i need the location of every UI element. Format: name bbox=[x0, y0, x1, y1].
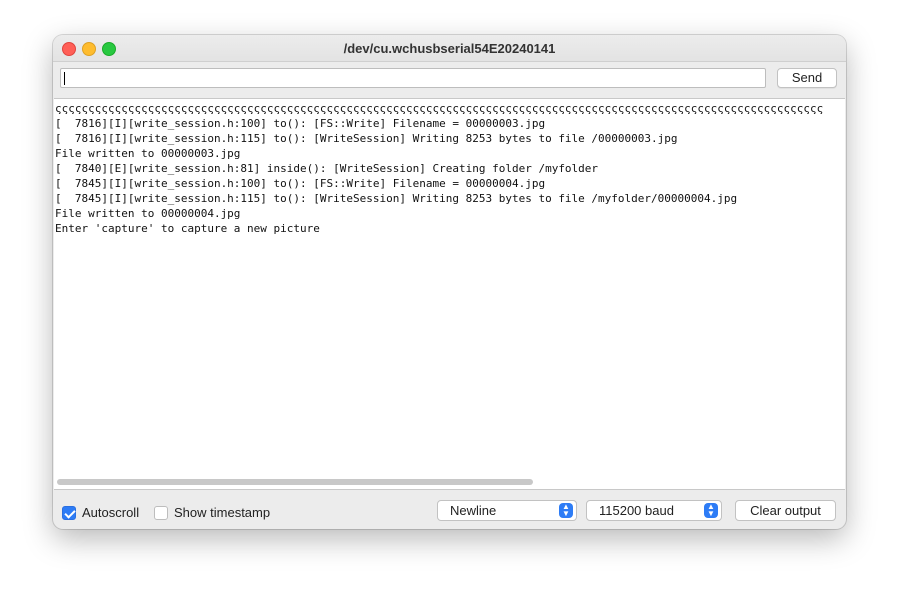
output-log: ςςςςςςςςςςςςςςςςςςςςςςςςςςςςςςςςςςςςςςςς… bbox=[54, 99, 845, 236]
log-line: File written to 00000004.jpg bbox=[55, 207, 241, 220]
show-timestamp-checkbox[interactable] bbox=[154, 506, 168, 520]
title-bar: /dev/cu.wchusbserial54E20240141 bbox=[53, 35, 846, 62]
send-button[interactable]: Send bbox=[777, 68, 837, 88]
chevron-up-down-icon: ▲ ▼ bbox=[559, 503, 573, 518]
clear-output-button[interactable]: Clear output bbox=[735, 500, 836, 521]
chevron-up-down-icon: ▲ ▼ bbox=[704, 503, 718, 518]
log-line: ςςςςςςςςςςςςςςςςςςςςςςςςςςςςςςςςςςςςςςςς… bbox=[55, 102, 824, 115]
serial-output[interactable]: ςςςςςςςςςςςςςςςςςςςςςςςςςςςςςςςςςςςςςςςς… bbox=[54, 98, 845, 490]
baud-rate-select[interactable]: 115200 baud ▲ ▼ bbox=[586, 500, 722, 521]
show-timestamp-label[interactable]: Show timestamp bbox=[174, 505, 270, 520]
log-line: [ 7845][I][write_session.h:100] to(): [F… bbox=[55, 177, 546, 190]
log-line: [ 7816][I][write_session.h:100] to(): [F… bbox=[55, 117, 546, 130]
line-ending-value: Newline bbox=[450, 503, 497, 518]
log-line: [ 7845][I][write_session.h:115] to(): [W… bbox=[55, 192, 738, 205]
log-line: [ 7840][E][write_session.h:81] inside():… bbox=[55, 162, 599, 175]
serial-monitor-window: /dev/cu.wchusbserial54E20240141 Send ςςς… bbox=[53, 35, 846, 529]
baud-rate-value: 115200 baud bbox=[599, 503, 674, 518]
window-title: /dev/cu.wchusbserial54E20240141 bbox=[343, 41, 556, 56]
bottom-toolbar: Autoscroll Show timestamp Newline ▲ ▼ 115… bbox=[53, 491, 846, 529]
horizontal-scrollbar[interactable] bbox=[57, 479, 533, 485]
log-line: Enter 'capture' to capture a new picture bbox=[55, 222, 320, 235]
line-ending-select[interactable]: Newline ▲ ▼ bbox=[437, 500, 577, 521]
log-line: [ 7816][I][write_session.h:115] to(): [W… bbox=[55, 132, 678, 145]
log-line: File written to 00000003.jpg bbox=[55, 147, 241, 160]
message-input[interactable] bbox=[60, 68, 766, 88]
autoscroll-checkbox[interactable] bbox=[62, 506, 76, 520]
text-caret bbox=[64, 72, 65, 85]
autoscroll-label[interactable]: Autoscroll bbox=[82, 505, 139, 520]
